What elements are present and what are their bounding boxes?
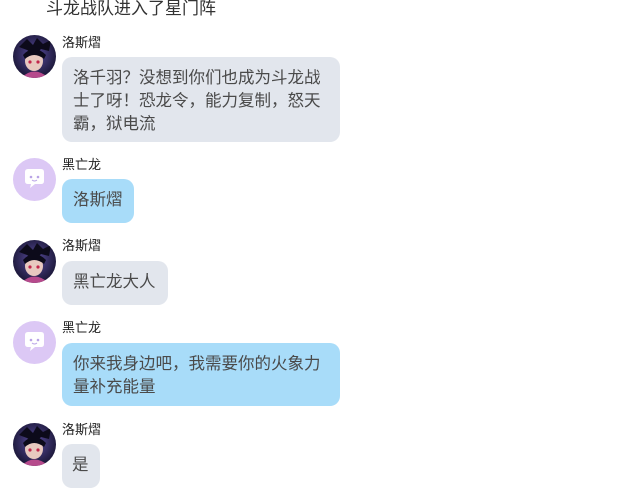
- message-bubble[interactable]: 你来我身边吧，我需要你的火象力量补充能量: [62, 343, 340, 406]
- sender-name: 洛斯熠: [62, 423, 102, 438]
- dark-hero-avatar-icon[interactable]: [13, 35, 56, 78]
- chat-bubble-avatar-icon[interactable]: [13, 158, 56, 201]
- message-bubble[interactable]: 是: [62, 444, 100, 488]
- sender-name: 洛斯熠: [62, 36, 102, 51]
- sender-name: 洛斯熠: [62, 239, 102, 254]
- message-bubble[interactable]: 洛千羽？没想到你们也成为斗龙战士了呀！恐龙令，能力复制，怒天霸，狱电流: [62, 57, 340, 142]
- message-bubble[interactable]: 黑亡龙大人: [62, 261, 168, 305]
- sender-name: 黑亡龙: [62, 158, 102, 173]
- message-bubble[interactable]: 洛斯熠: [62, 179, 134, 223]
- sender-name: 黑亡龙: [62, 321, 102, 336]
- dark-hero-avatar-icon[interactable]: [13, 240, 56, 283]
- chat-bubble-avatar-icon[interactable]: [13, 321, 56, 364]
- dark-hero-avatar-icon[interactable]: [13, 423, 56, 466]
- chat-header-text: 斗龙战队进入了星门阵: [46, 0, 216, 19]
